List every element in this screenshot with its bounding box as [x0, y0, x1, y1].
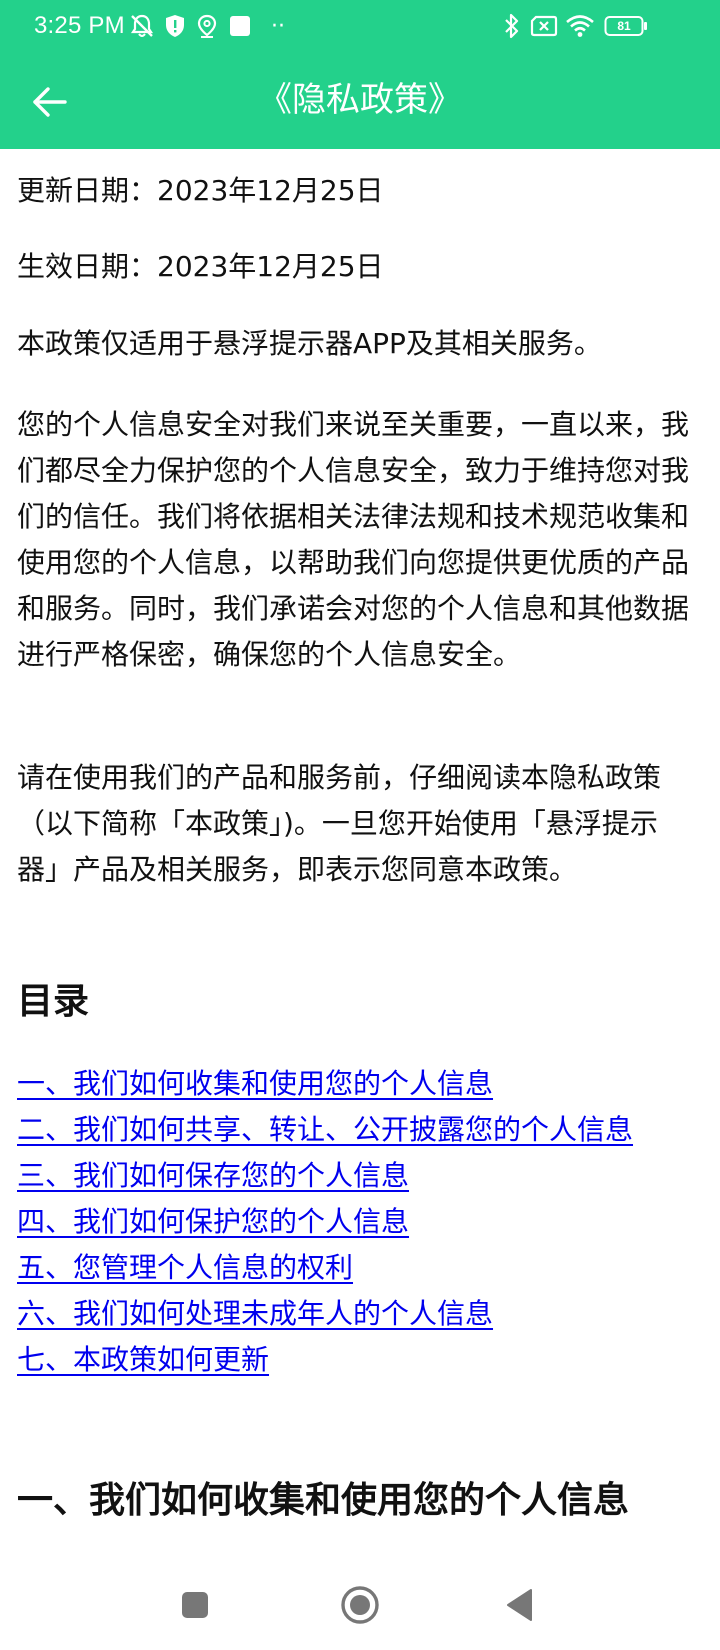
notifications-off-icon [128, 13, 156, 39]
toc-item: 二、我们如何共享、转让、公开披露您的个人信息 [17, 1107, 691, 1153]
nav-back-button[interactable] [495, 1580, 545, 1630]
toc-item: 六、我们如何处理未成年人的个人信息 [17, 1291, 691, 1337]
app-square-icon [228, 13, 252, 39]
table-of-contents: 一、我们如何收集和使用您的个人信息 二、我们如何共享、转让、公开披露您的个人信息… [17, 1061, 691, 1383]
wifi-icon [564, 13, 596, 39]
section-heading: 一、我们如何收集和使用您的个人信息 [17, 1480, 630, 1521]
back-icon [507, 1589, 532, 1621]
recent-apps-icon [182, 1592, 208, 1618]
update-date: 更新日期：2023年12月25日 [17, 174, 384, 207]
toc-link-7[interactable]: 七、本政策如何更新 [17, 1343, 269, 1376]
effective-date: 生效日期：2023年12月25日 [17, 250, 384, 283]
status-bar: 3:25 PM ·· 81 [0, 0, 720, 54]
toc-link-4[interactable]: 四、我们如何保护您的个人信息 [17, 1205, 409, 1238]
toc-item: 五、您管理个人信息的权利 [17, 1245, 691, 1291]
status-time: 3:25 PM [34, 12, 125, 39]
more-dots: ·· [271, 13, 285, 39]
toc-item: 三、我们如何保存您的个人信息 [17, 1153, 691, 1199]
toc-item: 七、本政策如何更新 [17, 1337, 691, 1383]
shield-alert-icon [164, 13, 186, 39]
page-title: 《隐私政策》 [258, 80, 462, 120]
toc-link-6[interactable]: 六、我们如何处理未成年人的个人信息 [17, 1297, 493, 1330]
home-button[interactable] [335, 1580, 385, 1630]
app-bar: 《隐私政策》 [0, 54, 720, 149]
location-icon [196, 13, 218, 39]
toc-item: 一、我们如何收集和使用您的个人信息 [17, 1061, 691, 1107]
toc-link-5[interactable]: 五、您管理个人信息的权利 [17, 1251, 353, 1284]
sim-off-icon [530, 13, 558, 39]
toc-heading: 目录 [17, 981, 90, 1022]
battery-level: 81 [617, 19, 631, 33]
bluetooth-icon [502, 13, 522, 39]
scope-statement: 本政策仅适用于悬浮提示器APP及其相关服务。 [17, 327, 602, 360]
toc-item: 四、我们如何保护您的个人信息 [17, 1199, 691, 1245]
toc-link-2[interactable]: 二、我们如何共享、转让、公开披露您的个人信息 [17, 1113, 633, 1146]
toc-link-3[interactable]: 三、我们如何保存您的个人信息 [17, 1159, 409, 1192]
intro-paragraph: 您的个人信息安全对我们来说至关重要，一直以来，我们都尽全力保护您的个人信息安全，… [17, 408, 690, 671]
recent-apps-button[interactable] [170, 1580, 220, 1630]
home-icon [341, 1586, 379, 1624]
toc-link-1[interactable]: 一、我们如何收集和使用您的个人信息 [17, 1067, 493, 1100]
reading-notice: 请在使用我们的产品和服务前，仔细阅读本隐私政策（以下简称「本政策」)。一旦您开始… [17, 761, 662, 886]
system-nav-bar [0, 1560, 720, 1650]
